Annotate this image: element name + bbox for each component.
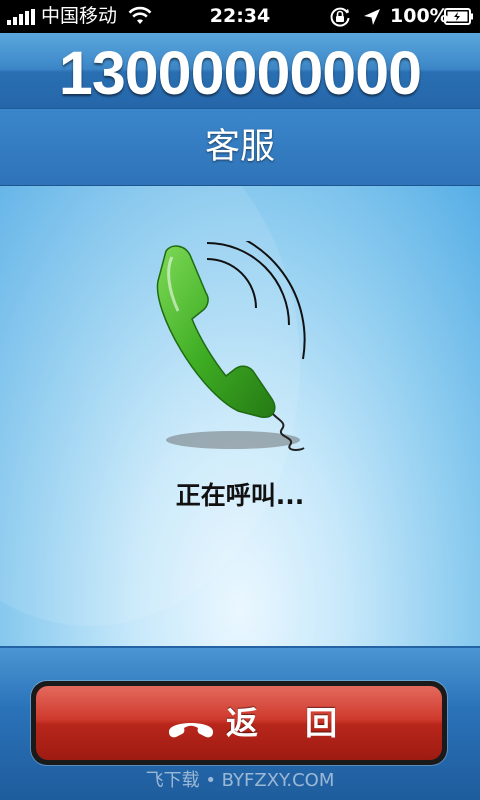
bottom-bar: 返 回 飞下载 • BYFZXY.COM <box>0 646 480 800</box>
watermark: 飞下载 • BYFZXY.COM <box>145 770 335 791</box>
call-area: 正在呼叫... <box>0 186 480 646</box>
phone-number: 13000000000 <box>58 39 422 107</box>
back-button-label: 返 回 <box>226 704 356 742</box>
contact-name: 客服 <box>204 127 275 167</box>
number-header: 13000000000 <box>0 33 480 108</box>
hang-up-icon <box>168 723 214 738</box>
contact-header: 客服 <box>0 108 480 187</box>
back-button[interactable]: 返 回 <box>31 681 447 765</box>
call-screen: 中国移动 22:34 100% 13000000000 客服 正在呼叫... 返… <box>0 0 480 800</box>
rotation-lock-icon <box>330 7 350 27</box>
status-bar: 中国移动 22:34 100% <box>0 0 480 33</box>
battery-percentage: 100% <box>390 5 449 27</box>
calling-status: 正在呼叫... <box>175 481 305 510</box>
green-phone-handset-icon <box>156 241 306 451</box>
location-icon <box>364 9 380 25</box>
back-button-face[interactable]: 返 回 <box>36 686 442 760</box>
battery-icon <box>444 8 473 25</box>
